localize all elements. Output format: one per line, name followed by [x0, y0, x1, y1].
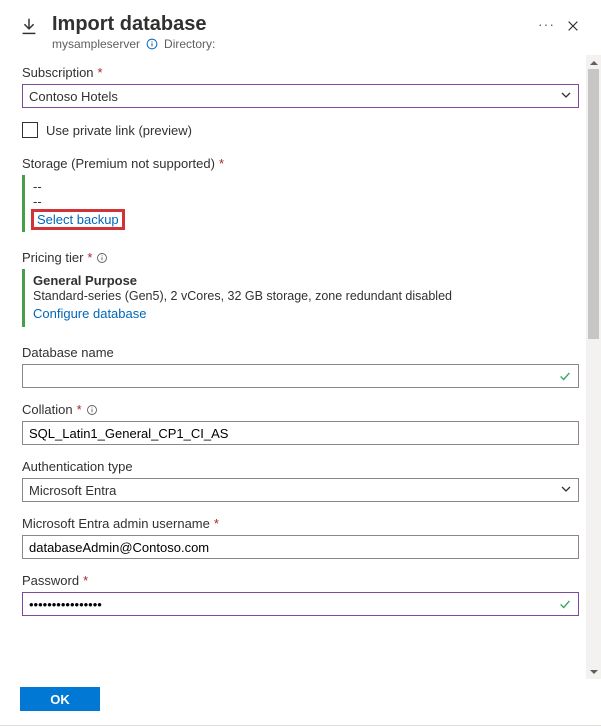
- password-input[interactable]: [22, 592, 579, 616]
- auth-type-value: Microsoft Entra: [29, 483, 116, 498]
- chevron-down-icon: [560, 483, 572, 498]
- valid-check-icon: [558, 369, 572, 386]
- password-field[interactable]: [29, 593, 572, 615]
- chevron-down-icon: [560, 89, 572, 104]
- subscription-label: Subscription: [22, 65, 94, 80]
- page-title: Import database: [52, 12, 532, 36]
- scrollbar[interactable]: [586, 55, 601, 679]
- auth-type-label: Authentication type: [22, 459, 133, 474]
- required-marker: *: [219, 156, 224, 171]
- select-backup-link[interactable]: Select backup: [33, 211, 123, 228]
- required-marker: *: [83, 573, 88, 588]
- admin-username-input[interactable]: [22, 535, 579, 559]
- close-button[interactable]: [561, 14, 585, 38]
- configure-database-link[interactable]: Configure database: [33, 306, 146, 321]
- footer: OK: [0, 679, 601, 725]
- valid-check-icon: [558, 597, 572, 614]
- pricing-tier-block: General Purpose Standard-series (Gen5), …: [22, 269, 579, 327]
- pricing-tier-title: General Purpose: [33, 273, 579, 288]
- blade-header: Import database mysampleserver Directory…: [0, 0, 601, 55]
- server-name: mysampleserver: [52, 37, 140, 51]
- form-body: Subscription * Contoso Hotels Use privat…: [0, 55, 601, 679]
- private-link-checkbox[interactable]: [22, 122, 38, 138]
- storage-label: Storage (Premium not supported): [22, 156, 215, 171]
- collation-label: Collation: [22, 402, 73, 417]
- database-name-field[interactable]: [29, 365, 572, 387]
- auth-type-dropdown[interactable]: Microsoft Entra: [22, 478, 579, 502]
- ok-button[interactable]: OK: [20, 687, 100, 711]
- private-link-label: Use private link (preview): [46, 123, 192, 138]
- storage-line1: --: [33, 179, 579, 194]
- directory-label: Directory:: [164, 37, 215, 51]
- info-icon[interactable]: [96, 252, 108, 264]
- scroll-up-arrow-icon[interactable]: [588, 57, 599, 68]
- scroll-down-arrow-icon[interactable]: [588, 666, 599, 677]
- collation-input[interactable]: [22, 421, 579, 445]
- collation-field[interactable]: [29, 422, 572, 444]
- database-name-label: Database name: [22, 345, 114, 360]
- password-label: Password: [22, 573, 79, 588]
- info-icon[interactable]: [86, 404, 98, 416]
- required-marker: *: [87, 250, 92, 265]
- pricing-tier-desc: Standard-series (Gen5), 2 vCores, 32 GB …: [33, 289, 579, 303]
- required-marker: *: [77, 402, 82, 417]
- subscription-dropdown[interactable]: Contoso Hotels: [22, 84, 579, 108]
- subscription-value: Contoso Hotels: [29, 89, 118, 104]
- admin-username-label: Microsoft Entra admin username: [22, 516, 210, 531]
- import-icon: [18, 16, 42, 41]
- storage-line2: --: [33, 194, 579, 209]
- required-marker: *: [214, 516, 219, 531]
- info-icon: [146, 38, 158, 50]
- database-name-input[interactable]: [22, 364, 579, 388]
- admin-username-field[interactable]: [29, 536, 572, 558]
- pricing-tier-label: Pricing tier: [22, 250, 83, 265]
- more-actions-button[interactable]: ···: [532, 16, 561, 32]
- storage-block: -- -- Select backup: [22, 175, 579, 232]
- required-marker: *: [98, 65, 103, 80]
- scroll-thumb[interactable]: [588, 69, 599, 339]
